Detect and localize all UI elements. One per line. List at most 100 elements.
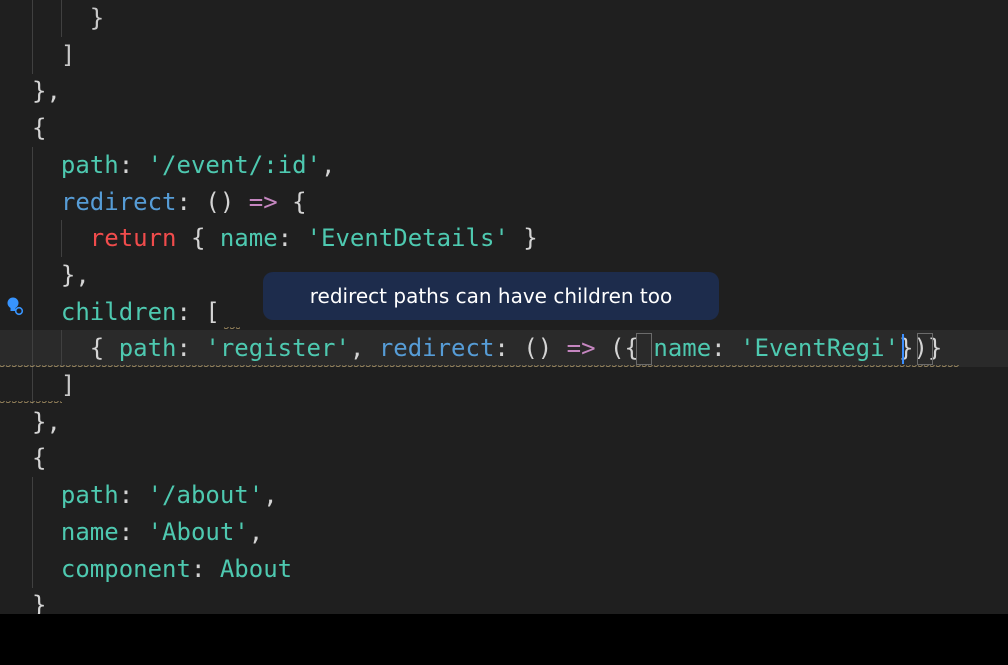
code-line[interactable]: ] bbox=[0, 36, 1008, 74]
code-token: : bbox=[190, 554, 220, 583]
code-line[interactable]: path: '/event/:id', bbox=[0, 146, 1008, 184]
code-token: children bbox=[60, 297, 177, 326]
code-token: } bbox=[508, 224, 538, 253]
code-token: path bbox=[60, 150, 119, 179]
code-token: : bbox=[118, 517, 148, 546]
text-cursor bbox=[902, 334, 904, 364]
code-token: () bbox=[205, 187, 235, 216]
code-line[interactable]: ] bbox=[0, 367, 1008, 404]
code-token: redirect bbox=[378, 334, 495, 363]
caption-tooltip: redirect paths can have children too bbox=[263, 272, 719, 320]
code-line[interactable]: return { name: 'EventDetails' } bbox=[0, 220, 1008, 258]
code-token: 'About' bbox=[147, 517, 249, 546]
warning-squiggle bbox=[0, 401, 62, 405]
code-text: component: About bbox=[32, 551, 292, 588]
code-token: : bbox=[176, 187, 206, 216]
code-token: : bbox=[176, 297, 206, 326]
code-token: 'EventDetails' bbox=[306, 224, 509, 253]
code-token: name bbox=[219, 224, 278, 253]
code-text: } bbox=[32, 0, 104, 37]
code-token: ] bbox=[60, 40, 76, 69]
code-token: component bbox=[60, 554, 191, 583]
code-text: name: 'About', bbox=[32, 514, 263, 551]
warning-squiggle bbox=[0, 365, 960, 369]
code-token: { bbox=[89, 334, 119, 363]
code-line[interactable]: path: '/about', bbox=[0, 477, 1008, 515]
code-text: { path: 'register', redirect: () => ({ n… bbox=[32, 330, 943, 367]
code-token: 'EventRegi' bbox=[740, 334, 900, 363]
bracket-match-close bbox=[917, 333, 933, 365]
code-text: ] bbox=[32, 37, 75, 74]
code-token: , bbox=[321, 150, 336, 179]
code-line[interactable]: { bbox=[0, 110, 1008, 147]
bracket-match-open bbox=[636, 333, 652, 365]
code-token: => bbox=[552, 334, 611, 363]
code-token: name bbox=[60, 517, 119, 546]
warning-squiggle bbox=[224, 327, 240, 331]
code-token: }, bbox=[32, 77, 61, 106]
code-text: path: '/event/:id', bbox=[32, 147, 336, 184]
code-token: name bbox=[653, 334, 712, 363]
code-text: { bbox=[32, 440, 46, 477]
code-token: path bbox=[60, 481, 119, 510]
code-line[interactable]: } bbox=[0, 0, 1008, 37]
code-token: : bbox=[118, 481, 148, 510]
caption-text: redirect paths can have children too bbox=[309, 284, 673, 308]
code-token: 'register' bbox=[205, 334, 350, 363]
code-token: : bbox=[711, 334, 741, 363]
code-token: : bbox=[277, 224, 307, 253]
code-text: path: '/about', bbox=[32, 477, 278, 514]
code-token: redirect bbox=[60, 187, 177, 216]
code-text: }, bbox=[32, 257, 90, 294]
code-token: }, bbox=[60, 260, 90, 289]
code-line[interactable]: name: 'About', bbox=[0, 513, 1008, 551]
code-line[interactable]: { bbox=[0, 440, 1008, 477]
code-token: [ bbox=[205, 297, 220, 326]
code-line-current[interactable]: { path: 'register', redirect: () => ({ n… bbox=[0, 330, 1008, 368]
code-text: { bbox=[32, 110, 46, 147]
code-token: '/about' bbox=[147, 481, 264, 510]
code-token: }, bbox=[32, 407, 61, 436]
code-token: , bbox=[263, 481, 278, 510]
code-line[interactable]: } bbox=[0, 587, 1008, 614]
code-text: children: [ bbox=[32, 294, 220, 331]
code-token: , bbox=[349, 334, 379, 363]
code-token: { bbox=[32, 444, 47, 473]
code-token: return bbox=[89, 224, 177, 253]
code-text: }, bbox=[32, 404, 61, 441]
code-token: } bbox=[89, 4, 105, 32]
code-token: , bbox=[248, 517, 264, 546]
code-token: '/event/:id' bbox=[147, 150, 321, 179]
code-token: : bbox=[176, 334, 206, 363]
code-token: } bbox=[32, 591, 47, 614]
code-token: () bbox=[523, 334, 553, 363]
code-text: }, bbox=[32, 73, 61, 110]
code-token: { bbox=[292, 187, 307, 216]
code-token: ] bbox=[60, 371, 76, 399]
code-token: : bbox=[494, 334, 524, 363]
code-token: About bbox=[219, 554, 293, 583]
lightbulb-icon[interactable] bbox=[6, 296, 24, 316]
code-line[interactable]: redirect: () => { bbox=[0, 183, 1008, 221]
code-text: redirect: () => { bbox=[32, 184, 307, 221]
code-line[interactable]: }, bbox=[0, 73, 1008, 110]
code-text: } bbox=[32, 587, 46, 614]
code-token: path bbox=[118, 334, 177, 363]
code-line[interactable]: }, bbox=[0, 404, 1008, 441]
code-token: => bbox=[234, 187, 293, 216]
code-token: { bbox=[32, 114, 47, 143]
code-text: ] bbox=[32, 367, 75, 404]
code-line[interactable]: component: About bbox=[0, 550, 1008, 588]
